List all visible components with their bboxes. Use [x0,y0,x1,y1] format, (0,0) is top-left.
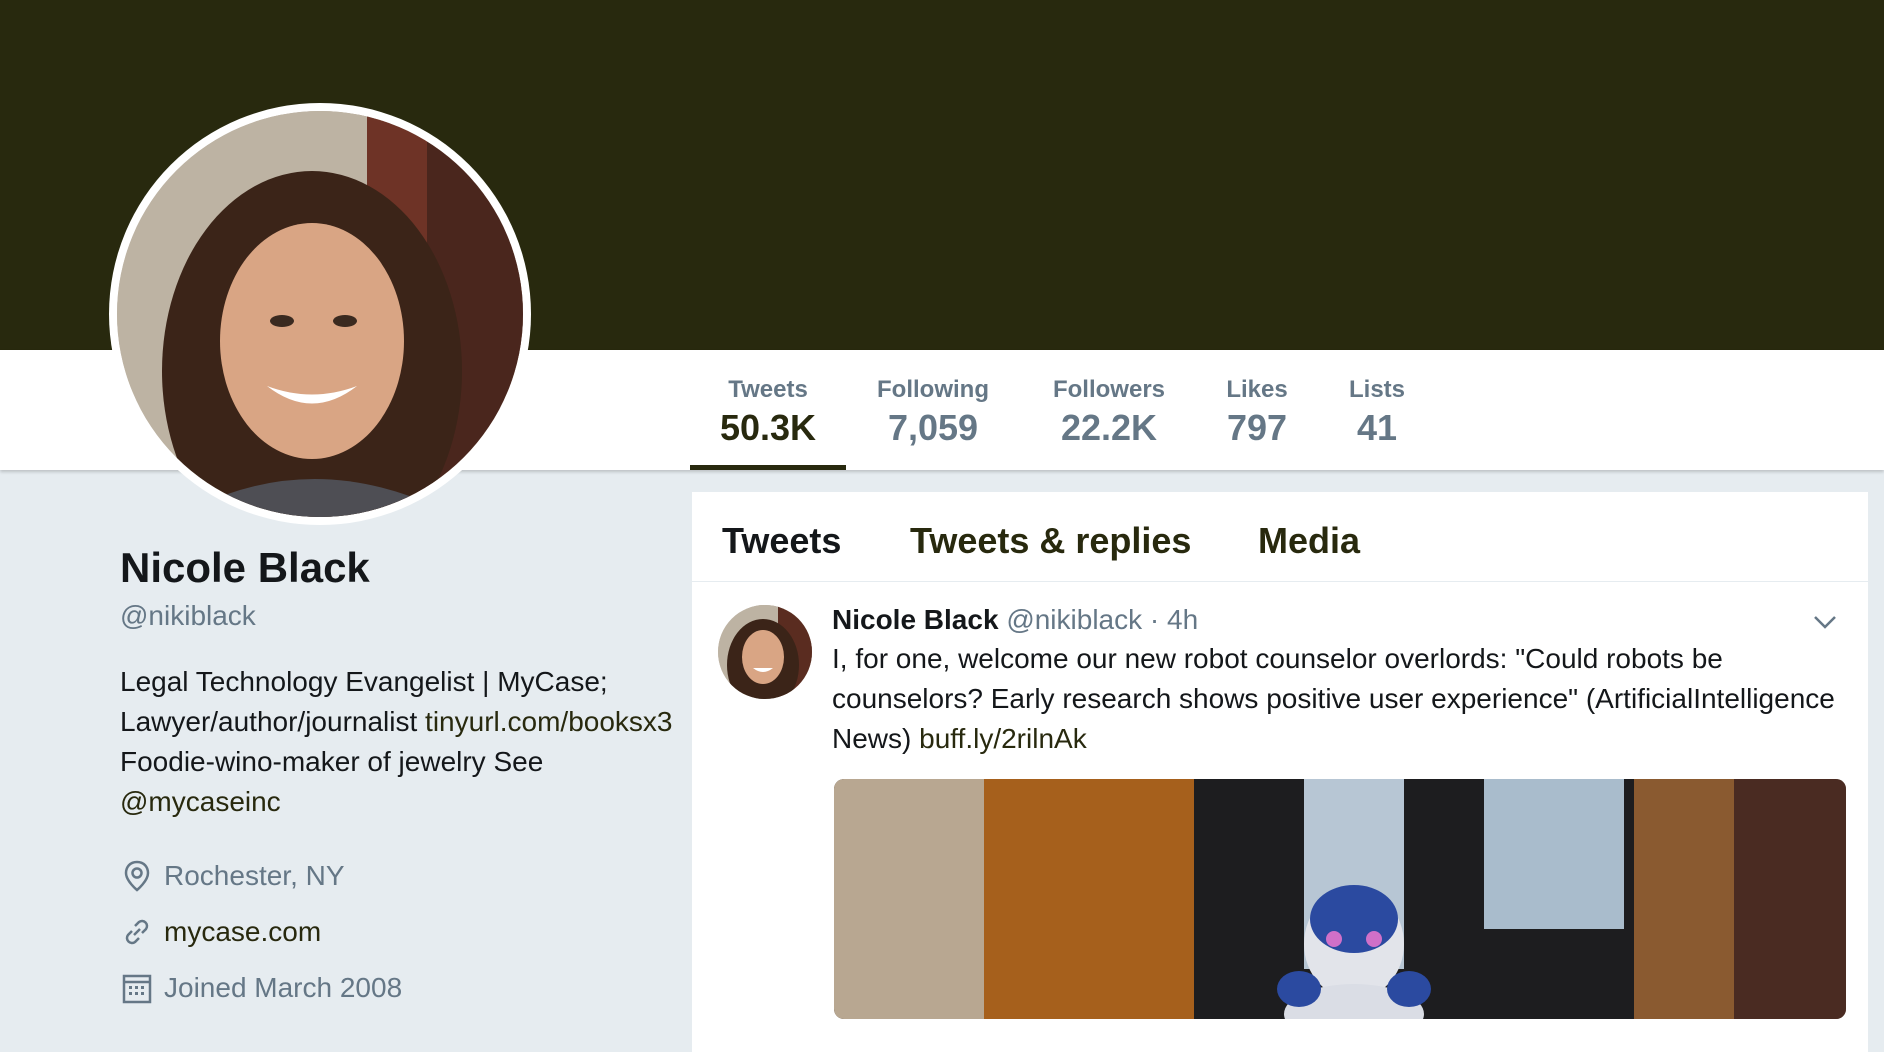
stat-followers-value: 22.2K [1060,407,1158,448]
stat-lists-value: 41 [1356,407,1398,448]
bio-link-mycaseinc[interactable]: @mycaseinc [120,786,281,817]
stat-likes-value: 797 [1226,407,1288,448]
stat-tweets-label: Tweets [728,376,808,403]
stat-likes[interactable]: Likes 797 [1210,350,1304,470]
active-tab-indicator [690,465,846,470]
bio-link-books[interactable]: tinyurl.com/booksx3 [425,706,672,737]
stat-following-value: 7,059 [887,407,979,448]
profile-name[interactable]: Nicole Black [120,540,680,596]
tweet-time[interactable]: 4h [1167,604,1198,635]
profile-bio: Legal Technology Evangelist | MyCase; La… [120,662,680,822]
link-icon [120,915,154,949]
stat-followers[interactable]: Followers 22.2K [1042,350,1176,470]
profile-handle[interactable]: @nikiblack [120,598,680,634]
tweet-separator: · [1149,604,1160,635]
bio-text-2: Foodie-wino-maker of jewelry See [120,746,544,777]
tweet-author-handle[interactable]: @nikiblack [1006,604,1142,635]
chevron-down-icon[interactable] [1810,607,1840,637]
meta-website: mycase.com [120,904,680,960]
stat-following-label: Following [877,376,989,403]
tweet-avatar-image [718,605,812,699]
tweet-header: Nicole Black @nikiblack · 4h [832,602,1198,638]
tweet-media[interactable] [834,779,1846,1019]
stat-lists[interactable]: Lists 41 [1334,350,1420,470]
profile-meta: Rochester, NY mycase.com Joined March 20… [120,848,680,1016]
meta-location: Rochester, NY [120,848,680,904]
meta-joined-text: Joined March 2008 [164,972,403,1003]
stat-followers-label: Followers [1052,376,1166,403]
profile-avatar[interactable] [109,103,531,525]
calendar-icon [120,971,154,1005]
avatar-image [117,111,523,517]
tweet-media-image [834,779,1846,1019]
stat-lists-label: Lists [1348,376,1405,403]
avatar-portrait [117,111,523,517]
profile-card: Nicole Black @nikiblack Legal Technology… [120,540,680,1016]
stat-tweets[interactable]: Tweets 50.3K [690,350,846,470]
stat-tweets-value: 50.3K [719,407,817,448]
tweet[interactable]: Nicole Black @nikiblack · 4h I, for one,… [692,491,1868,1019]
stat-likes-label: Likes [1226,376,1288,403]
meta-location-text: Rochester, NY [164,860,345,891]
tweet-text: I, for one, welcome our new robot counse… [832,639,1852,759]
tweet-avatar[interactable] [718,605,812,699]
location-pin-icon [120,859,154,893]
tweet-link[interactable]: buff.ly/2rilnAk [919,723,1087,754]
tweet-author-name[interactable]: Nicole Black [832,604,999,635]
meta-website-link[interactable]: mycase.com [164,916,321,948]
stat-following[interactable]: Following 7,059 [866,350,1000,470]
meta-joined: Joined March 2008 [120,960,680,1016]
